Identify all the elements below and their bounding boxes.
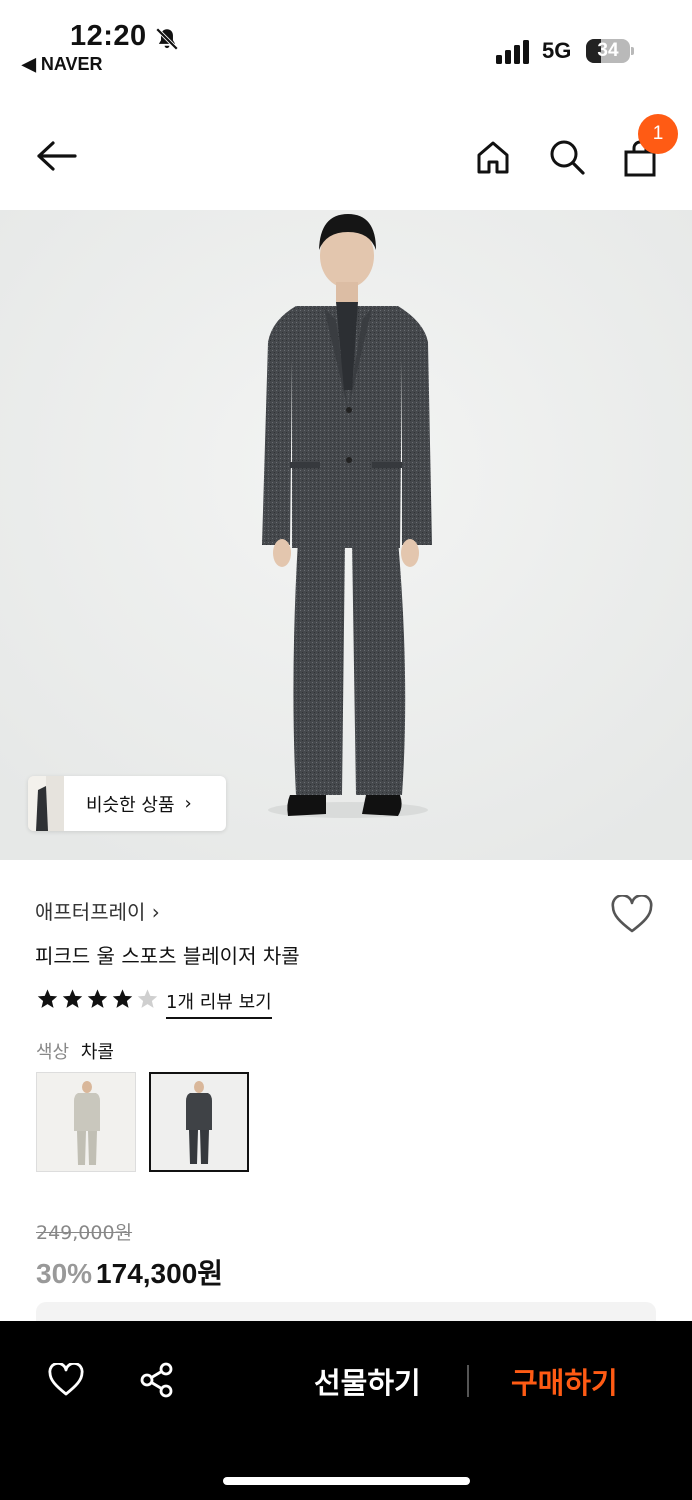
star-filled-icon — [62, 989, 83, 1008]
battery-percent: 34 — [597, 40, 619, 61]
color-selector-label: 색상 차콜 — [36, 1038, 114, 1064]
bottom-action-bar — [0, 1321, 692, 1500]
search-icon[interactable] — [545, 135, 589, 179]
star-empty-icon — [137, 989, 158, 1008]
color-label: 색상 — [36, 1042, 70, 1063]
gift-button[interactable]: 선물하기 — [314, 1360, 421, 1402]
heart-icon[interactable] — [44, 1358, 88, 1402]
review-link[interactable]: 1개 리뷰 보기 — [166, 988, 272, 1019]
home-icon[interactable] — [471, 135, 515, 179]
status-bar: 12:20 ◀ NAVER 5G 34 — [0, 0, 692, 90]
product-image[interactable] — [0, 210, 692, 860]
product-title: 피크드 울 스포츠 블레이저 차콜 — [35, 944, 300, 968]
share-icon[interactable] — [135, 1358, 179, 1402]
discount-rate: 30% — [36, 1258, 93, 1289]
star-filled-icon — [37, 989, 58, 1008]
similar-products-button[interactable]: 비슷한 상품 › — [28, 776, 226, 831]
home-indicator[interactable] — [223, 1477, 470, 1485]
chevron-right-icon: › — [184, 793, 192, 814]
original-price: 249,000원 — [36, 1222, 133, 1244]
similar-product-thumbnail — [28, 776, 64, 831]
status-time: 12:20 — [70, 20, 147, 52]
network-type: 5G — [542, 38, 572, 63]
bell-muted-icon — [155, 27, 179, 51]
star-filled-icon — [87, 989, 108, 1008]
cellular-signal-icon — [496, 40, 529, 64]
color-swatch-beige[interactable] — [36, 1072, 136, 1172]
buy-button[interactable]: 구매하기 — [511, 1360, 618, 1402]
arrow-left-icon[interactable] — [34, 134, 78, 178]
top-navigation-bar — [0, 110, 692, 206]
rating-stars — [36, 988, 159, 1010]
heart-icon[interactable] — [610, 894, 654, 935]
promo-banner — [36, 1302, 656, 1322]
model-photo — [0, 210, 692, 860]
brand-link[interactable]: 애프터프레이 › — [35, 896, 160, 925]
color-swatch-charcoal[interactable] — [149, 1072, 249, 1172]
star-filled-icon — [112, 989, 133, 1008]
color-value: 차콜 — [80, 1042, 114, 1063]
battery-icon: 34 — [586, 39, 634, 63]
action-divider — [467, 1365, 469, 1397]
sale-price-row: 30% 174,300원 — [36, 1252, 223, 1292]
sale-price: 174,300원 — [96, 1258, 224, 1289]
cart-count-badge: 1 — [638, 114, 678, 154]
similar-products-label: 비슷한 상품 — [86, 794, 175, 816]
back-to-app-link[interactable]: ◀ NAVER — [22, 54, 103, 75]
